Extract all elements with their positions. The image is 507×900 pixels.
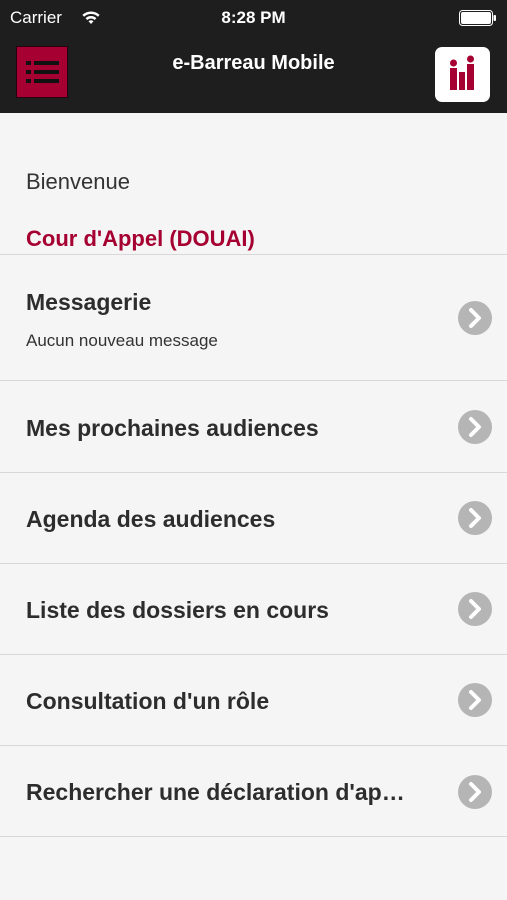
menu-item-messagerie[interactable]: Messagerie Aucun nouveau message: [0, 254, 507, 380]
menu-item-prochaines-audiences[interactable]: Mes prochaines audiences: [0, 380, 507, 472]
chevron-right-icon: [458, 683, 492, 717]
menu-item-sublabel: Aucun nouveau message: [26, 331, 218, 350]
menu-item-label: Messagerie: [26, 289, 152, 315]
menu-item-label: Agenda des audiences: [26, 506, 276, 532]
menu-list: Messagerie Aucun nouveau message Mes pro…: [0, 254, 507, 837]
welcome-text: Bienvenue: [26, 169, 130, 194]
menu-item-dossiers-en-cours[interactable]: Liste des dossiers en cours: [0, 563, 507, 654]
app-title: e-Barreau Mobile: [172, 52, 335, 74]
battery-icon: [459, 10, 496, 26]
menu-item-label: Rechercher une déclaration d'ap…: [26, 779, 405, 805]
menu-item-label: Consultation d'un rôle: [26, 688, 270, 714]
chevron-right-icon: [458, 775, 492, 809]
logo-button[interactable]: [435, 47, 490, 102]
barreau-logo-icon: [450, 55, 474, 90]
menu-item-label: Liste des dossiers en cours: [26, 597, 329, 623]
menu-item-agenda-audiences[interactable]: Agenda des audiences: [0, 472, 507, 563]
top-bar: Carrier 8:28 PM e-Barreau Mobile: [0, 0, 507, 113]
status-bar: Carrier 8:28 PM: [0, 0, 507, 36]
status-time: 8:28 PM: [221, 8, 286, 27]
court-name: Cour d'Appel (DOUAI): [26, 226, 255, 251]
chevron-right-icon: [458, 592, 492, 626]
chevron-right-icon: [458, 410, 492, 444]
menu-item-rechercher-declaration[interactable]: Rechercher une déclaration d'ap…: [0, 745, 507, 837]
menu-item-label: Mes prochaines audiences: [26, 415, 319, 441]
chevron-right-icon: [458, 501, 492, 535]
main-content: Bienvenue Cour d'Appel (DOUAI) Messageri…: [0, 113, 507, 900]
menu-item-consultation-role[interactable]: Consultation d'un rôle: [0, 654, 507, 745]
chevron-right-icon: [458, 301, 492, 335]
